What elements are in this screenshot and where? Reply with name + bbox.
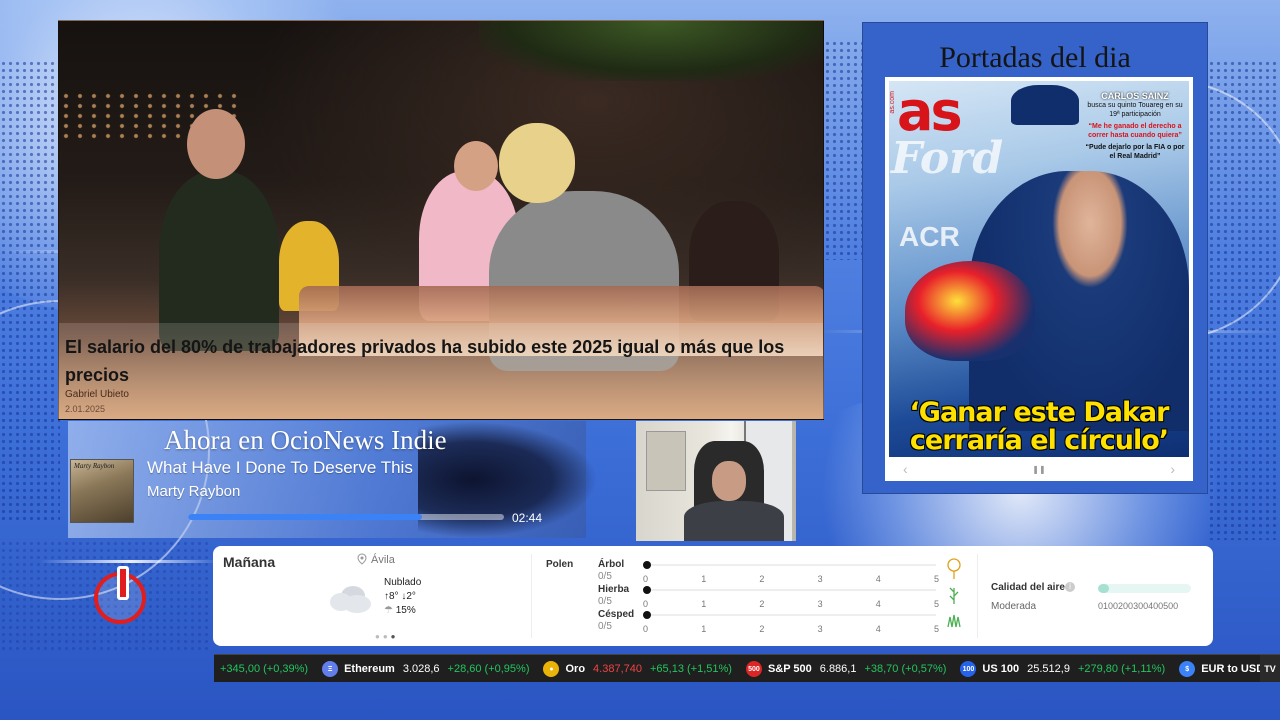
cover-driver-cap xyxy=(1011,85,1079,125)
polen-row-arbol: Árbol 0/5 012345 xyxy=(598,558,961,585)
webcam-feed xyxy=(636,421,796,541)
ticker-item[interactable]: 100 US 100 25.512,9 +279,80 (+1,11%) xyxy=(960,661,1165,677)
cover-subtitle: busca su quinto Touareg en su 19ª partic… xyxy=(1087,102,1183,118)
chevron-right-icon[interactable]: › xyxy=(1170,461,1175,477)
rain-chance: 15% xyxy=(395,605,416,616)
song-artist: Marty Raybon xyxy=(147,483,241,500)
news-headline[interactable]: El salario del 80% de trabajadores priva… xyxy=(65,333,805,389)
weather-location: Ávila xyxy=(371,554,395,566)
air-quality-scale: 0 100 200 300 400 500 xyxy=(1098,601,1179,611)
ticker-name: Ethereum xyxy=(344,663,395,675)
news-author: Gabriel Ubieto xyxy=(65,389,129,400)
cover-navigation: ‹ ❚❚ › xyxy=(889,461,1189,477)
news-card[interactable]: El salario del 80% de trabajadores priva… xyxy=(58,20,824,420)
ticker-symbol-icon: ● xyxy=(543,661,560,677)
now-playing-widget: Ahora en OcioNews Indie Marty Raybon Wha… xyxy=(68,421,598,538)
ticker-change: +279,80 (+1,11%) xyxy=(1077,663,1166,675)
ticker-change: +345,00 (+0,39%) xyxy=(220,663,309,675)
now-playing-header: Ahora en OcioNews Indie xyxy=(164,425,447,455)
cover-image: as.com as Ford ACR CARLOS SAINZ busca su… xyxy=(889,81,1189,457)
ticker-name: EUR to USD xyxy=(1201,663,1265,675)
ticker-symbol-icon: $ xyxy=(1179,661,1196,677)
album-cover: Marty Raybon xyxy=(70,459,134,523)
grass-icon xyxy=(949,587,959,604)
polen-scale: 012345 xyxy=(643,599,939,609)
ticker-symbol-icon: 500 xyxy=(745,661,762,677)
location-pin-icon xyxy=(357,553,367,565)
polen-level-dot xyxy=(643,611,651,619)
ticker-name: S&P 500 xyxy=(767,663,812,675)
weather-condition: Nublado xyxy=(384,577,422,588)
cover-sidebar: CARLOS SAINZ busca su quinto Touareg en … xyxy=(1085,91,1185,161)
weather-temps: ↑8° ↓2° xyxy=(384,591,416,602)
portadas-title: Portadas del dia xyxy=(939,41,1131,74)
ticker-price: 25.512,9 xyxy=(1027,663,1070,675)
air-quality-title: Calidad del aire xyxy=(991,582,1065,593)
weather-day: Mañana xyxy=(223,554,276,570)
cover-name: CARLOS SAINZ xyxy=(1101,91,1169,101)
power-icon[interactable] xyxy=(94,566,146,624)
portadas-panel: Portadas del dia as.com as Ford ACR CARL… xyxy=(862,22,1208,494)
weather-pager-dots[interactable]: ●●● xyxy=(375,632,399,641)
cover-ford-text: Ford xyxy=(891,133,1004,184)
info-icon[interactable]: i xyxy=(1065,582,1075,592)
ticker-track: +345,00 (+0,39%) Ξ Ethereum 3.028,6 +28,60 (… xyxy=(220,655,1280,682)
ticker-item[interactable]: +345,00 (+0,39%) xyxy=(220,663,308,675)
air-quality-level: Moderada xyxy=(991,601,1037,612)
weather-panel: Mañana Ávila Nublado ↑8° ↓2° ☂ 15% ●●● P… xyxy=(213,546,1213,646)
ticker-change: +38,70 (+0,57%) xyxy=(864,663,947,675)
temp-high: ↑8° xyxy=(384,591,399,602)
ticker-change: +28,60 (+0,95%) xyxy=(447,663,530,675)
song-progress-fill xyxy=(188,514,422,520)
polen-label: Polen xyxy=(546,559,574,570)
lawn-icon xyxy=(947,614,961,628)
polen-level-dot xyxy=(643,561,651,569)
umbrella-icon: ☂ xyxy=(384,605,393,616)
ticker-item[interactable]: 500 S&P 500 6.886,1 +38,70 (+0,57%) xyxy=(745,661,947,677)
ticker-price: 3.028,6 xyxy=(402,663,440,675)
air-quality-bar xyxy=(1098,584,1191,593)
song-title: What Have I Done To Deserve This xyxy=(147,458,413,477)
song-time: 02:44 xyxy=(512,511,543,525)
ticker-change: +65,13 (+1,51%) xyxy=(649,663,732,675)
weather-rain: ☂ 15% xyxy=(384,605,416,616)
ticker-symbol-icon: 100 xyxy=(960,661,977,677)
polen-scale: 012345 xyxy=(643,624,939,634)
polen-row-hierba: Hierba 0/5 012345 xyxy=(598,584,959,610)
chevron-left-icon[interactable]: ‹ xyxy=(903,461,908,477)
cloud-icon xyxy=(330,586,371,613)
song-progress-bar[interactable] xyxy=(188,514,504,520)
cover-helmet xyxy=(905,261,1035,361)
ticker-item[interactable]: ● Oro 4.387,740 +65,13 (+1,51%) xyxy=(543,661,732,677)
newspaper-cover[interactable]: as.com as Ford ACR CARLOS SAINZ busca su… xyxy=(885,77,1193,481)
ticker-item[interactable]: Ξ Ethereum 3.028,6 +28,60 (+0,95%) xyxy=(322,661,529,677)
air-quality-fill xyxy=(1098,584,1110,593)
ticker-name: US 100 xyxy=(982,663,1020,675)
market-ticker: +345,00 (+0,39%) Ξ Ethereum 3.028,6 +28,60 (… xyxy=(214,654,1280,682)
tradingview-icon[interactable]: TV xyxy=(1260,655,1280,682)
cover-pause-icon[interactable]: ❚❚ xyxy=(1032,465,1045,474)
ticker-name: Oro xyxy=(565,663,586,675)
ticker-price: 6.886,1 xyxy=(819,663,857,675)
polen-row-cesped: Césped 0/5 012345 xyxy=(598,609,961,635)
cover-quote-1: “Me he ganado el derecho a correr hasta … xyxy=(1088,123,1182,139)
polen-level-dot xyxy=(643,586,651,594)
news-date: 2.01.2025 xyxy=(65,404,106,414)
tree-icon xyxy=(947,558,961,579)
ticker-symbol-icon: Ξ xyxy=(322,661,339,677)
cover-quote-2: “Pude dejarlo por la FIA o por el Real M… xyxy=(1085,144,1185,160)
ticker-price: 4.387,740 xyxy=(593,663,642,675)
cover-headline: ‘Ganar este Dakar cerraría el círculo’ xyxy=(909,397,1170,456)
polen-scale: 012345 xyxy=(643,574,939,584)
temp-low: ↓2° xyxy=(401,591,416,602)
